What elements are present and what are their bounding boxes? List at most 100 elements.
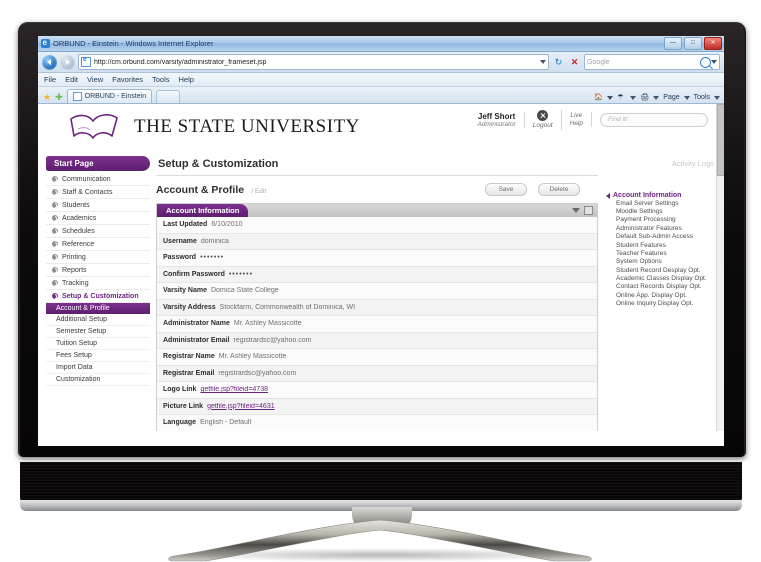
stop-icon[interactable]: ✕ bbox=[568, 56, 581, 69]
maximize-panel-icon[interactable] bbox=[584, 206, 593, 215]
live-help-button[interactable]: Live Help bbox=[562, 112, 592, 128]
right-link-academic-classes-display-opt[interactable]: Academic Classes Display Opt. bbox=[606, 274, 718, 282]
right-link-moodle-settings[interactable]: Moodle Settings bbox=[606, 207, 718, 215]
sidebar-subitem-tuition-setup[interactable]: Tuition Setup bbox=[46, 338, 150, 350]
tools-chevron-icon[interactable] bbox=[714, 95, 720, 100]
menu-favorites[interactable]: Favorites bbox=[112, 75, 143, 84]
chevron-down-icon[interactable] bbox=[540, 60, 546, 64]
feeds-icon[interactable]: ☂ bbox=[617, 93, 626, 102]
address-bar-url: http://cm.orbund.com/varsity/administrat… bbox=[94, 58, 267, 66]
page-scrollbar[interactable] bbox=[716, 104, 724, 431]
address-bar[interactable]: http://cm.orbund.com/varsity/administrat… bbox=[78, 54, 549, 70]
tab-page-icon bbox=[72, 92, 82, 101]
logo-link[interactable]: getfile.jsp?fileid=4738 bbox=[200, 386, 268, 393]
sidebar-item-reports[interactable]: Reports bbox=[46, 264, 150, 277]
sidebar-subitem-semester-setup[interactable]: Semester Setup bbox=[46, 326, 150, 338]
refresh-icon[interactable]: ↻ bbox=[552, 56, 565, 69]
right-link-email-server-settings[interactable]: Email Server Settings bbox=[606, 199, 718, 207]
right-link-online-inquiry-display-opt[interactable]: Online Inquiry Display Opt. bbox=[606, 300, 718, 308]
internet-explorer-icon bbox=[41, 38, 50, 48]
menu-tools[interactable]: Tools bbox=[152, 75, 170, 84]
right-link-administrator-features[interactable]: Administrator Features bbox=[606, 224, 718, 232]
chevron-left-icon bbox=[606, 192, 610, 199]
logout-label: Logout bbox=[532, 122, 553, 129]
window-controls: — □ ✕ bbox=[664, 37, 722, 50]
table-row: Varsity Address Stockfarm, Commonwealth … bbox=[157, 299, 597, 316]
logout-button[interactable]: Logout bbox=[525, 110, 562, 130]
browser-menu-bar: File Edit View Favorites Tools Help bbox=[38, 73, 724, 87]
sidebar-item-staff-contacts[interactable]: Staff & Contacts bbox=[46, 186, 150, 199]
bullet-icon bbox=[52, 228, 58, 234]
browser-search-input[interactable]: Google bbox=[584, 54, 720, 70]
sidebar-label: Communication bbox=[62, 175, 111, 183]
delete-button[interactable]: Delete bbox=[538, 183, 580, 196]
tools-menu-button[interactable]: Tools bbox=[694, 94, 710, 101]
menu-help[interactable]: Help bbox=[179, 75, 194, 84]
home-chevron-icon[interactable] bbox=[607, 95, 614, 100]
browser-tab[interactable]: ORBUND - Einstein bbox=[66, 89, 153, 103]
field-value: dominica bbox=[200, 237, 229, 245]
scrollbar-thumb[interactable] bbox=[717, 104, 724, 176]
account-information-panel: Account Information Last Updated 6/10/20… bbox=[156, 203, 598, 431]
page-menu-button[interactable]: Page bbox=[663, 94, 679, 101]
sidebar-item-students[interactable]: Students bbox=[46, 199, 150, 212]
search-provider-chevron-icon[interactable] bbox=[711, 60, 717, 64]
sidebar-subitem-account-profile[interactable]: Account & Profile bbox=[46, 303, 150, 314]
right-link-system-options[interactable]: System Options bbox=[606, 258, 718, 266]
sidebar-item-reference[interactable]: Reference bbox=[46, 238, 150, 251]
find-input[interactable]: Find it! bbox=[600, 112, 708, 127]
panel-header: Account Information bbox=[157, 204, 597, 217]
feeds-chevron-icon[interactable] bbox=[630, 95, 637, 100]
right-link-online-app-display-opt[interactable]: Online App. Display Opt. bbox=[606, 291, 718, 299]
user-info[interactable]: Jeff Short Administrator bbox=[469, 111, 525, 128]
menu-edit[interactable]: Edit bbox=[65, 75, 78, 84]
add-favorite-icon[interactable]: ✚ bbox=[55, 91, 63, 103]
browser-command-bar: 🏠 ☂ 🖨 Page Tools bbox=[594, 93, 720, 102]
right-link-payment-processing[interactable]: Payment Processing bbox=[606, 216, 718, 224]
window-title: ORBUND - Einstein - Windows Internet Exp… bbox=[53, 39, 214, 48]
close-button[interactable]: ✕ bbox=[704, 37, 722, 50]
right-link-contact-records-display-opt[interactable]: Contact Records Display Opt. bbox=[606, 283, 718, 291]
favorites-star-icon[interactable]: ★ bbox=[43, 91, 51, 103]
sidebar-item-setup-customization[interactable]: Setup & Customization bbox=[46, 290, 150, 303]
sidebar-item-academics[interactable]: Academics bbox=[46, 212, 150, 225]
field-label: Administrator Email bbox=[163, 336, 230, 344]
print-chevron-icon[interactable] bbox=[653, 95, 660, 100]
menu-file[interactable]: File bbox=[44, 75, 56, 84]
live-help-label-line1: Live bbox=[570, 112, 583, 120]
save-button[interactable]: Save bbox=[485, 183, 527, 196]
back-button[interactable] bbox=[42, 54, 57, 70]
field-label: Registrar Email bbox=[163, 369, 215, 377]
edit-link[interactable]: / Edit bbox=[251, 188, 266, 195]
bullet-icon bbox=[52, 254, 58, 260]
sidebar-item-printing[interactable]: Printing bbox=[46, 251, 150, 264]
activity-logs-link[interactable]: Activity Logs bbox=[606, 156, 718, 168]
sidebar-subitem-import-data[interactable]: Import Data bbox=[46, 362, 150, 374]
picture-link[interactable]: getfile.jsp?fileid=4631 bbox=[207, 403, 275, 410]
sidebar-item-communication[interactable]: Communication bbox=[46, 173, 150, 186]
sidebar-item-schedules[interactable]: Schedules bbox=[46, 225, 150, 238]
menu-view[interactable]: View bbox=[87, 75, 103, 84]
sidebar-label: Students bbox=[62, 201, 90, 209]
sidebar-subitem-customization[interactable]: Customization bbox=[46, 374, 150, 386]
page-chevron-icon[interactable] bbox=[683, 95, 690, 100]
new-tab-button[interactable] bbox=[156, 90, 181, 103]
sidebar-nav: Start Page Communication Staff & Contact… bbox=[38, 150, 150, 431]
sidebar-item-tracking[interactable]: Tracking bbox=[46, 277, 150, 290]
search-icon[interactable] bbox=[700, 56, 711, 68]
monitor-frame: ORBUND - Einstein - Windows Internet Exp… bbox=[0, 0, 761, 562]
collapse-chevron-down-icon[interactable] bbox=[572, 208, 580, 213]
sidebar-item-start-page[interactable]: Start Page bbox=[46, 156, 150, 171]
right-link-default-sub-admin-access[interactable]: Default Sub-Admin Access bbox=[606, 233, 718, 241]
forward-button[interactable] bbox=[60, 54, 75, 70]
print-icon[interactable]: 🖨 bbox=[640, 93, 649, 102]
sidebar-subitem-additional-setup[interactable]: Additional Setup bbox=[46, 314, 150, 326]
minimize-button[interactable]: — bbox=[664, 37, 682, 50]
maximize-button[interactable]: □ bbox=[684, 37, 702, 50]
right-link-student-features[interactable]: Student Features bbox=[606, 241, 718, 249]
home-icon[interactable]: 🏠 bbox=[594, 93, 603, 102]
sidebar-subitem-fees-setup[interactable]: Fees Setup bbox=[46, 350, 150, 362]
right-link-student-record-display-opt[interactable]: Student Record Desplay Opt. bbox=[606, 266, 718, 274]
right-link-teacher-features[interactable]: Teacher Features bbox=[606, 249, 718, 257]
sidebar-label: Reference bbox=[62, 240, 95, 248]
